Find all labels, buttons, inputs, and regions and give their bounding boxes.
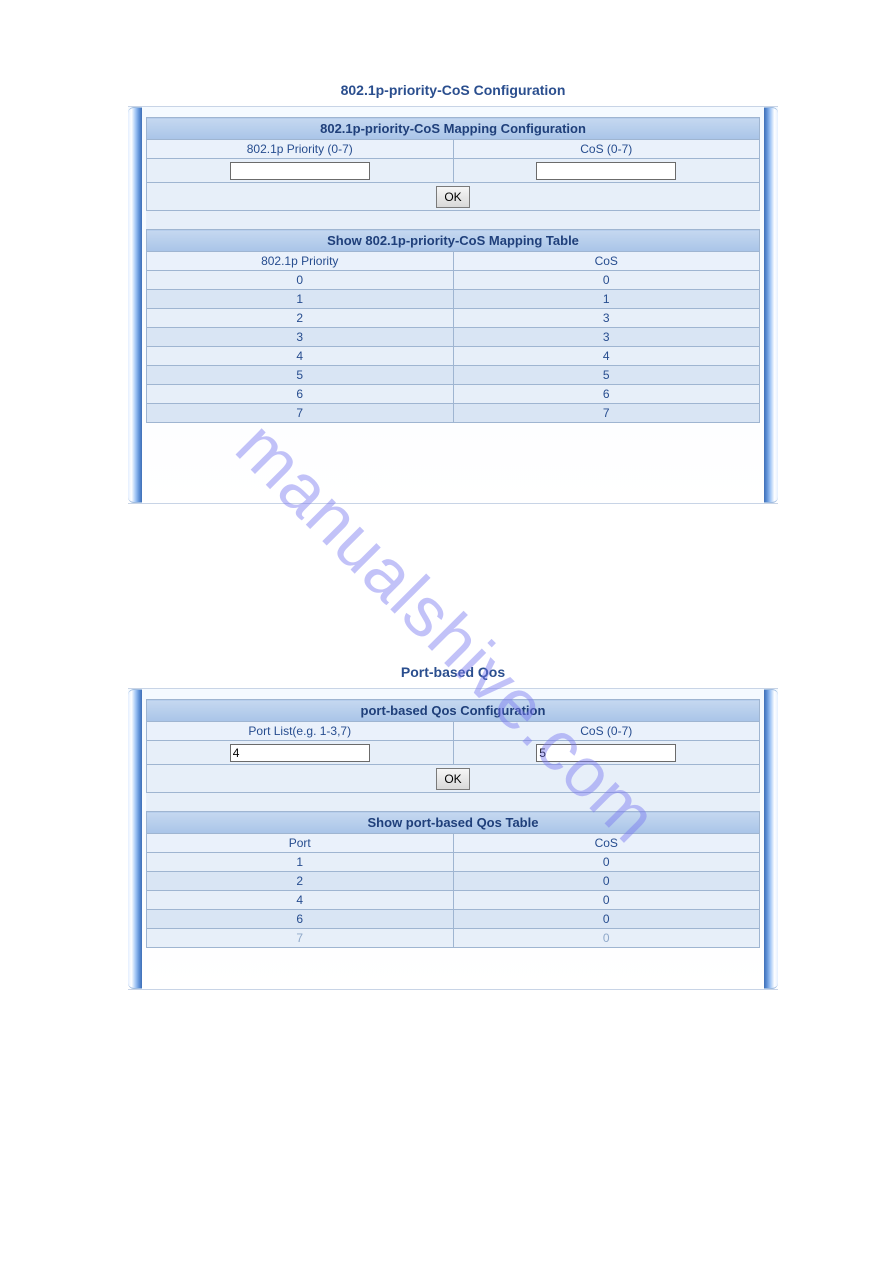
panel1-table-header: Show 802.1p-priority-CoS Mapping Table bbox=[147, 230, 760, 252]
panel-port-based-qos: Port-based Qos port-based Qos Configurat… bbox=[128, 664, 778, 994]
table-cell: 3 bbox=[453, 328, 760, 347]
panel2-table-col1: Port bbox=[147, 834, 454, 853]
table-cell: 6 bbox=[453, 385, 760, 404]
panel1-table-col1: 802.1p Priority bbox=[147, 252, 454, 271]
portlist-input[interactable] bbox=[230, 744, 370, 762]
panel1-config-col2: CoS (0-7) bbox=[453, 140, 760, 159]
panel2-pillar-left bbox=[128, 689, 142, 989]
panel1-pillar-left bbox=[128, 107, 142, 503]
table-cell: 4 bbox=[453, 347, 760, 366]
panel2-config-col1: Port List(e.g. 1-3,7) bbox=[147, 722, 454, 741]
table-cell: 0 bbox=[453, 929, 760, 948]
table-cell: 0 bbox=[453, 271, 760, 290]
panel2-config-header: port-based Qos Configuration bbox=[147, 700, 760, 722]
panel1-config-header: 802.1p-priority-CoS Mapping Configuratio… bbox=[147, 118, 760, 140]
table-cell: 1 bbox=[147, 290, 454, 309]
panel1-pillar-right bbox=[764, 107, 778, 503]
table-cell: 4 bbox=[147, 347, 454, 366]
panel2-table-header: Show port-based Qos Table bbox=[147, 812, 760, 834]
cos-input-2[interactable] bbox=[536, 744, 676, 762]
table-cell: 0 bbox=[453, 872, 760, 891]
table-cell: 2 bbox=[147, 309, 454, 328]
panel1-config-col1: 802.1p Priority (0-7) bbox=[147, 140, 454, 159]
priority-input[interactable] bbox=[230, 162, 370, 180]
panel2-config-col2: CoS (0-7) bbox=[453, 722, 760, 741]
panel-8021p-cos: 802.1p-priority-CoS Configuration 802.1p… bbox=[128, 82, 778, 506]
table-cell: 3 bbox=[147, 328, 454, 347]
panel1-table-col2: CoS bbox=[453, 252, 760, 271]
panel2-table-col2: CoS bbox=[453, 834, 760, 853]
table-cell: 0 bbox=[453, 853, 760, 872]
table-cell: 1 bbox=[147, 853, 454, 872]
table-cell: 4 bbox=[147, 891, 454, 910]
table-cell: 7 bbox=[147, 929, 454, 948]
table-cell: 5 bbox=[453, 366, 760, 385]
table-cell: 6 bbox=[147, 385, 454, 404]
panel2-ok-button[interactable]: OK bbox=[436, 768, 470, 790]
table-cell: 7 bbox=[147, 404, 454, 423]
panel1-title: 802.1p-priority-CoS Configuration bbox=[128, 82, 778, 98]
panel2-config-table: port-based Qos Configuration Port List(e… bbox=[146, 699, 760, 948]
table-cell: 0 bbox=[453, 910, 760, 929]
table-cell: 0 bbox=[453, 891, 760, 910]
panel1-config-table: 802.1p-priority-CoS Mapping Configuratio… bbox=[146, 117, 760, 423]
table-cell: 7 bbox=[453, 404, 760, 423]
panel1-ok-button[interactable]: OK bbox=[436, 186, 470, 208]
table-cell: 3 bbox=[453, 309, 760, 328]
panel2-pillar-right bbox=[764, 689, 778, 989]
table-cell: 0 bbox=[147, 271, 454, 290]
cos-input[interactable] bbox=[536, 162, 676, 180]
table-cell: 6 bbox=[147, 910, 454, 929]
panel2-title: Port-based Qos bbox=[128, 664, 778, 680]
table-cell: 1 bbox=[453, 290, 760, 309]
table-cell: 5 bbox=[147, 366, 454, 385]
table-cell: 2 bbox=[147, 872, 454, 891]
